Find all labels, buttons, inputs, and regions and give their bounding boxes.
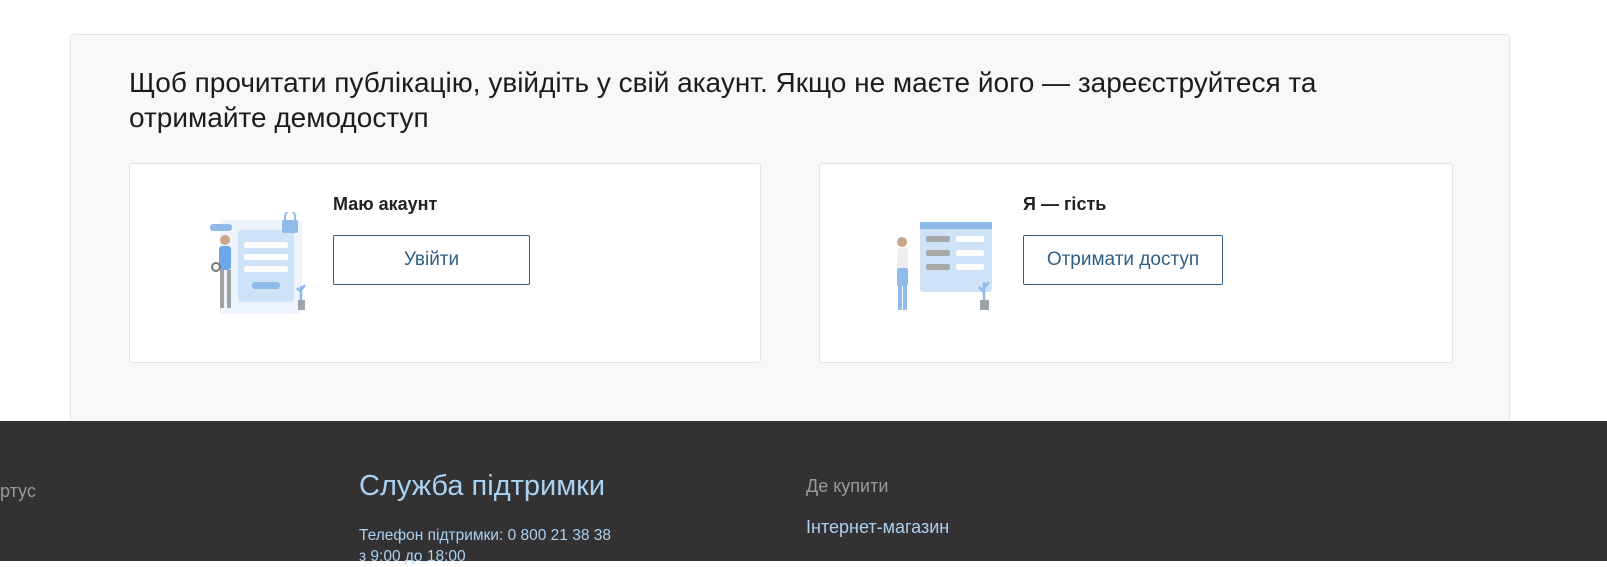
login-button[interactable]: Увійти	[333, 235, 530, 285]
support-phone-line: Телефон підтримки: 0 800 21 38 38	[359, 527, 612, 544]
paywall-title: Щоб прочитати публікацію, увійдіть у сві…	[129, 67, 1317, 133]
where-to-buy-title: Де купити	[806, 476, 889, 496]
guest-card-title: Я — гість	[1023, 194, 1107, 214]
support-title: Служба підтримки	[359, 470, 606, 502]
footer-left-text[interactable]: ртус	[0, 481, 36, 502]
guest-card: Я — гість Отримати доступ	[819, 163, 1453, 363]
get-access-button[interactable]: Отримати доступ	[1023, 235, 1223, 285]
guest-illustration	[897, 222, 992, 310]
login-card: Маю акаунт Увійти	[129, 163, 761, 363]
login-illustration	[210, 212, 306, 314]
paywall-panel: Щоб прочитати публікацію, увійдіть у сві…	[70, 34, 1510, 421]
footer: ртус Служба підтримки Телефон підтримки:…	[0, 421, 1607, 565]
support-hours-line: з 9:00 до 18:00	[359, 548, 466, 565]
login-card-title: Маю акаунт	[333, 194, 438, 214]
online-shop-link[interactable]: Інтернет-магазин	[806, 517, 949, 538]
